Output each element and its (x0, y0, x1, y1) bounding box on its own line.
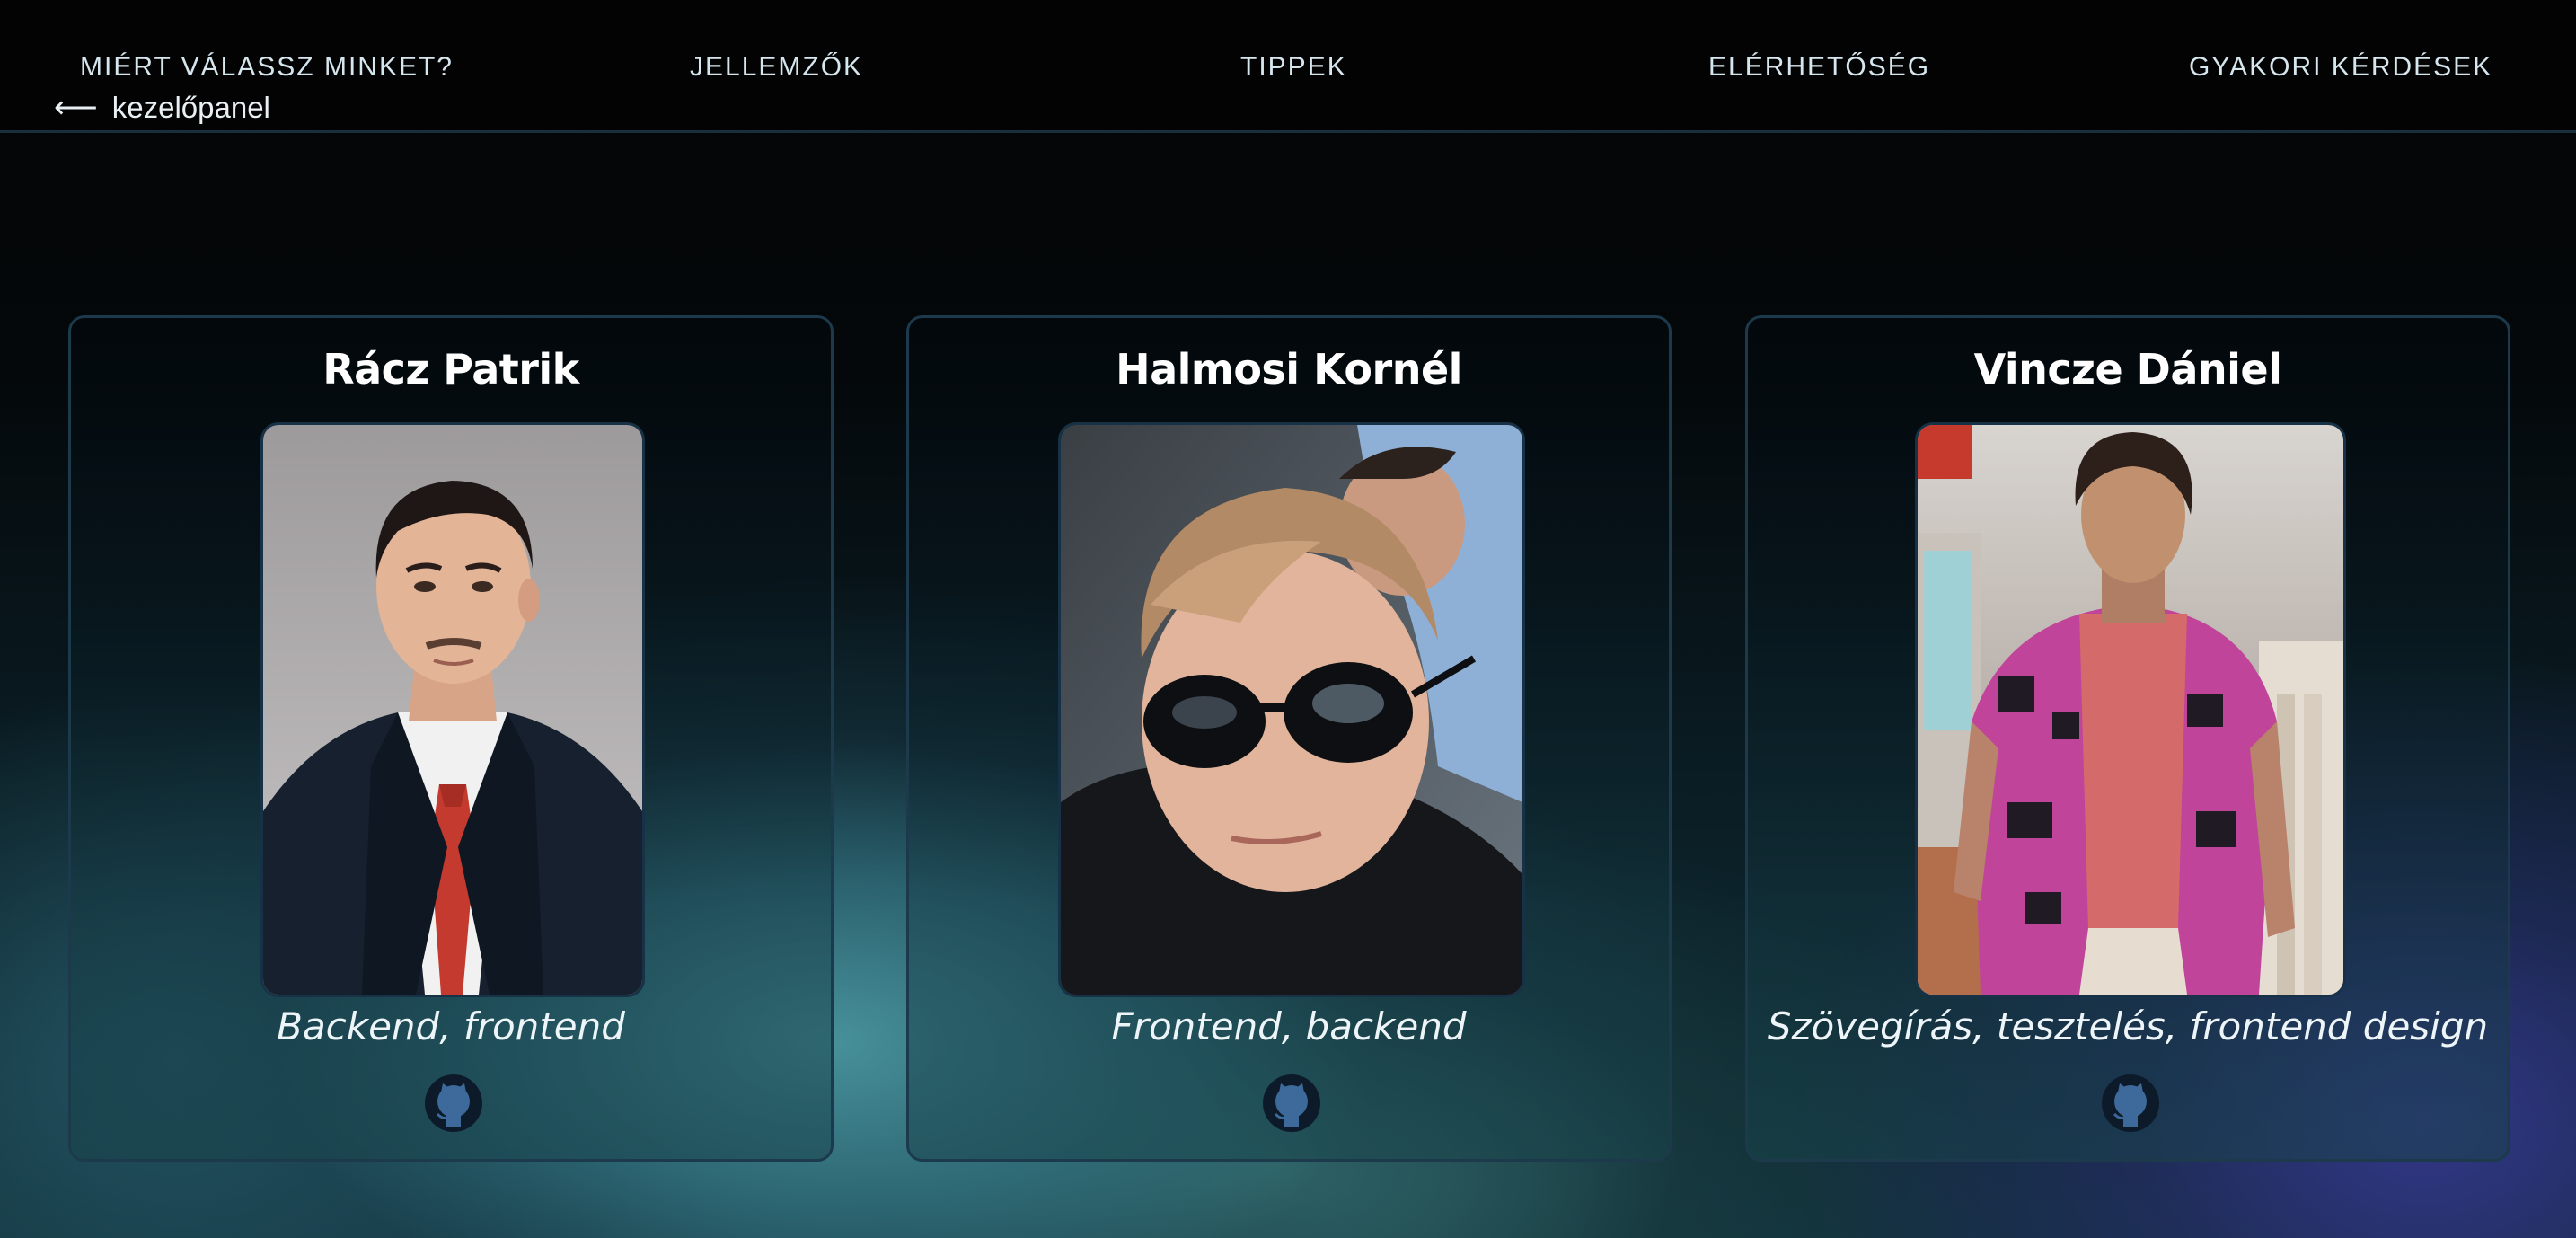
team-card-halmosi-kornel: Halmosi Kornél Frontend, backend (906, 315, 1672, 1162)
main-nav: MIÉRT VÁLASSZ MINKET? JELLEMZŐK TIPPEK E… (0, 52, 2576, 88)
nav-item-tips[interactable]: TIPPEK (1240, 52, 1347, 83)
member-name: Rácz Patrik (322, 345, 579, 394)
back-arrow-icon: ⟵ (54, 91, 98, 125)
nav-item-contact[interactable]: ELÉRHETŐSÉG (1708, 52, 1930, 83)
github-icon[interactable] (2102, 1074, 2159, 1132)
nav-item-why-us[interactable]: MIÉRT VÁLASSZ MINKET? (80, 52, 454, 83)
member-photo (260, 422, 645, 997)
github-icon[interactable] (1263, 1074, 1320, 1132)
member-photo (1915, 422, 2346, 997)
back-to-dashboard-link[interactable]: ⟵ kezelőpanel (54, 90, 270, 126)
member-photo (1058, 422, 1525, 997)
team-card-racz-patrik: Rácz Patrik Backend, frontend (68, 315, 834, 1162)
github-icon[interactable] (425, 1074, 482, 1132)
member-name: Halmosi Kornél (1116, 345, 1462, 394)
back-link-label: kezelőpanel (111, 91, 270, 124)
member-role: Backend, frontend (277, 1004, 625, 1048)
nav-item-features[interactable]: JELLEMZŐK (690, 52, 863, 83)
nav-item-faq[interactable]: GYAKORI KÉRDÉSEK (2189, 52, 2492, 83)
team-card-vincze-daniel: Vincze Dániel Szövegírás, tesztelés, fro… (1745, 315, 2510, 1162)
member-role: Frontend, backend (1111, 1004, 1467, 1048)
top-navigation-bar: MIÉRT VÁLASSZ MINKET? JELLEMZŐK TIPPEK E… (0, 0, 2576, 133)
member-role: Szövegírás, tesztelés, frontend design (1767, 1004, 2489, 1048)
member-name: Vincze Dániel (1973, 345, 2282, 394)
